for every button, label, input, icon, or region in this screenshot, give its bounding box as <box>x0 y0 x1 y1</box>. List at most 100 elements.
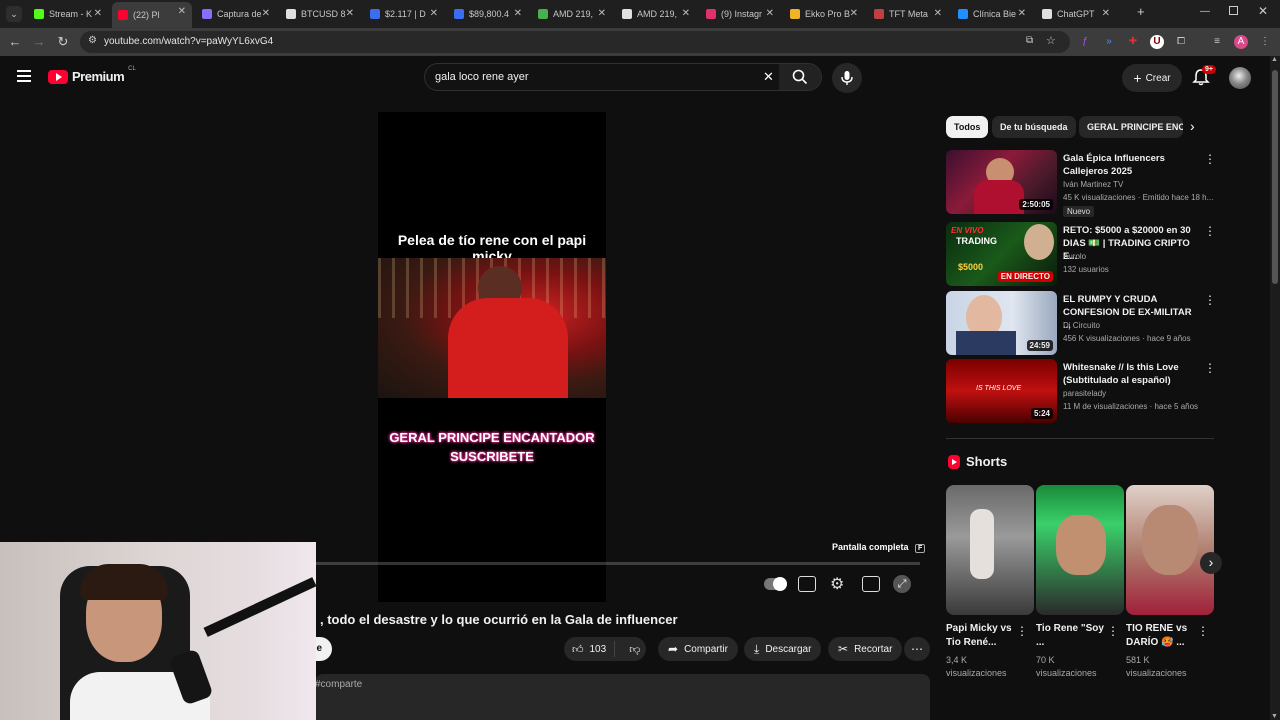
short-thumbnail[interactable] <box>1126 485 1214 615</box>
reco-item[interactable]: IS THIS LOVE 5:24 Whitesnake // Is this … <box>946 359 1216 423</box>
reco-thumbnail[interactable]: 24:59 <box>946 291 1057 355</box>
scroll-down-arrow-icon[interactable]: ▼ <box>1271 713 1278 720</box>
minimize-button[interactable]: — <box>1200 6 1210 17</box>
clip-button[interactable]: ✂ Recortar <box>828 637 903 661</box>
autoplay-toggle[interactable] <box>764 577 787 591</box>
bookmark-star-icon[interactable]: ☆ <box>1046 34 1056 47</box>
browser-tab[interactable]: $2.117 | D ✕ <box>364 4 444 24</box>
extension-icon-1[interactable]: ƒ <box>1078 35 1092 49</box>
browser-tab[interactable]: (9) Instagr ✕ <box>700 4 780 24</box>
reco-thumbnail[interactable]: EN VIVO TRADING $5000 EN DIRECTO <box>946 222 1057 286</box>
tab-close-icon[interactable]: ✕ <box>850 8 858 19</box>
tab-close-icon[interactable]: ✕ <box>430 8 438 19</box>
voice-search-button[interactable] <box>832 63 862 93</box>
reading-list-icon[interactable]: ≡ <box>1210 35 1224 49</box>
shorts-logo-icon <box>948 455 960 469</box>
share-button[interactable]: ➦ Compartir <box>658 637 738 661</box>
guide-menu-icon[interactable] <box>17 70 31 82</box>
settings-gear-icon[interactable]: ⚙ <box>830 574 844 594</box>
extension-icon-2[interactable]: » <box>1102 35 1116 49</box>
short-menu-icon[interactable]: ⋮ <box>1016 624 1028 638</box>
reco-thumbnail[interactable]: IS THIS LOVE 5:24 <box>946 359 1057 423</box>
chips-next-arrow-icon[interactable]: › <box>1190 118 1195 134</box>
browser-tab[interactable]: Stream - K ✕ <box>28 4 108 24</box>
chip-channel[interactable]: GERAL PRINCIPE ENC <box>1079 116 1183 138</box>
tab-close-icon[interactable]: ✕ <box>1102 8 1110 19</box>
tab-close-icon[interactable]: ✕ <box>934 8 942 19</box>
chip-all[interactable]: Todos <box>946 116 989 138</box>
chip-from-search[interactable]: De tu búsqueda <box>992 116 1076 138</box>
browser-tab[interactable]: AMD 219, ✕ <box>532 4 612 24</box>
browser-tab[interactable]: $89,800.4 ✕ <box>448 4 528 24</box>
search-input[interactable]: gala loco rene ayer <box>435 71 529 83</box>
fullscreen-button[interactable]: ⤢ <box>893 575 911 593</box>
search-box[interactable]: gala loco rene ayer ✕ <box>424 63 822 91</box>
profile-avatar-icon[interactable]: A <box>1234 35 1248 49</box>
tab-close-icon[interactable]: ✕ <box>1018 8 1026 19</box>
short-menu-icon[interactable]: ⋮ <box>1107 624 1119 638</box>
browser-tab[interactable]: TFT Meta ✕ <box>868 4 948 24</box>
scrollbar-thumb[interactable] <box>1272 70 1278 284</box>
reco-item[interactable]: 24:59 EL RUMPY Y CRUDA CONFESION DE EX-M… <box>946 291 1216 355</box>
browser-tab[interactable]: (22) Pl ✕ <box>112 2 192 28</box>
browser-tab[interactable]: Ekko Pro B ✕ <box>784 4 864 24</box>
reco-item[interactable]: EN VIVO TRADING $5000 EN DIRECTO RETO: $… <box>946 222 1216 286</box>
short-title: Papi Micky vs Tio René... <box>946 623 1012 648</box>
site-info-icon[interactable]: ⚙ <box>88 35 97 46</box>
search-button[interactable] <box>779 64 821 90</box>
extension-icon-3[interactable]: ✚ <box>1126 35 1140 49</box>
description-box[interactable]: #comparte <box>315 674 930 720</box>
tab-search-icon[interactable]: ⌄ <box>6 6 22 22</box>
tab-close-icon[interactable]: ✕ <box>94 8 102 19</box>
youtube-logo[interactable]: Premium CL <box>48 66 136 84</box>
browser-tab[interactable]: AMD 219, ✕ <box>616 4 696 24</box>
tab-close-icon[interactable]: ✕ <box>598 8 606 19</box>
back-button[interactable]: ← <box>6 33 24 51</box>
short-thumbnail[interactable] <box>1036 485 1124 615</box>
tab-close-icon[interactable]: ✕ <box>514 8 522 19</box>
page-scrollbar[interactable]: ▲ ▼ <box>1270 56 1280 720</box>
new-tab-button[interactable]: + <box>1137 4 1145 19</box>
reco-menu-icon[interactable]: ⋮ <box>1204 361 1216 375</box>
progress-bar[interactable] <box>315 562 920 565</box>
short-thumbnail[interactable] <box>946 485 1034 615</box>
reco-thumbnail[interactable]: 2:50:05 <box>946 150 1057 214</box>
theater-mode-icon[interactable] <box>862 576 880 592</box>
reco-menu-icon[interactable]: ⋮ <box>1204 293 1216 307</box>
short-menu-icon[interactable]: ⋮ <box>1197 624 1209 638</box>
tab-close-icon[interactable]: ✕ <box>766 8 774 19</box>
notifications-button[interactable]: 9+ <box>1192 65 1216 91</box>
address-bar[interactable]: ⚙ youtube.com/watch?v=paWyYL6xvG4 ⧉ ☆ <box>80 31 1070 53</box>
clear-search-icon[interactable]: ✕ <box>763 69 774 85</box>
reload-button[interactable]: ↻ <box>54 33 72 51</box>
browser-tab[interactable]: Captura de ✕ <box>196 4 276 24</box>
scroll-up-arrow-icon[interactable]: ▲ <box>1271 56 1278 63</box>
subtitles-icon[interactable] <box>798 576 816 592</box>
install-app-icon[interactable]: ⧉ <box>1026 35 1033 46</box>
like-button[interactable]: 👍︎ 103 <box>564 641 616 657</box>
account-avatar[interactable] <box>1229 67 1251 89</box>
restore-button[interactable] <box>1229 6 1238 15</box>
browser-tab[interactable]: ChatGPT ✕ <box>1036 4 1116 24</box>
create-button[interactable]: + Crear <box>1122 64 1182 92</box>
download-button[interactable]: ⤓ Descargar <box>744 637 822 661</box>
browser-tab[interactable]: Clínica Bie ✕ <box>952 4 1032 24</box>
browser-tab[interactable]: BTCUSD 8 ✕ <box>280 4 360 24</box>
ublock-icon[interactable]: U <box>1150 35 1164 49</box>
forward-button[interactable]: → <box>30 33 48 51</box>
reco-menu-icon[interactable]: ⋮ <box>1204 152 1216 166</box>
browser-menu-icon[interactable]: ⋮ <box>1258 35 1272 49</box>
description-hashtag[interactable]: #comparte <box>315 679 362 690</box>
tab-close-icon[interactable]: ✕ <box>262 8 270 19</box>
more-actions-button[interactable]: ⋯ <box>904 637 930 661</box>
reco-menu-icon[interactable]: ⋮ <box>1204 224 1216 238</box>
close-window-button[interactable]: ✕ <box>1258 4 1268 18</box>
tab-close-icon[interactable]: ✕ <box>682 8 690 19</box>
tab-close-icon[interactable]: ✕ <box>346 8 354 19</box>
reco-item[interactable]: 2:50:05 Gala Épica Influencers Callejero… <box>946 150 1216 217</box>
extensions-puzzle-icon[interactable]: ⧠ <box>1174 35 1188 49</box>
video-player[interactable]: Pelea de tío rene con el papi micky GERA… <box>378 112 606 602</box>
dislike-button[interactable]: 👎︎ <box>621 643 648 656</box>
tab-close-icon[interactable]: ✕ <box>178 6 186 17</box>
shorts-next-button[interactable]: › <box>1200 552 1222 574</box>
